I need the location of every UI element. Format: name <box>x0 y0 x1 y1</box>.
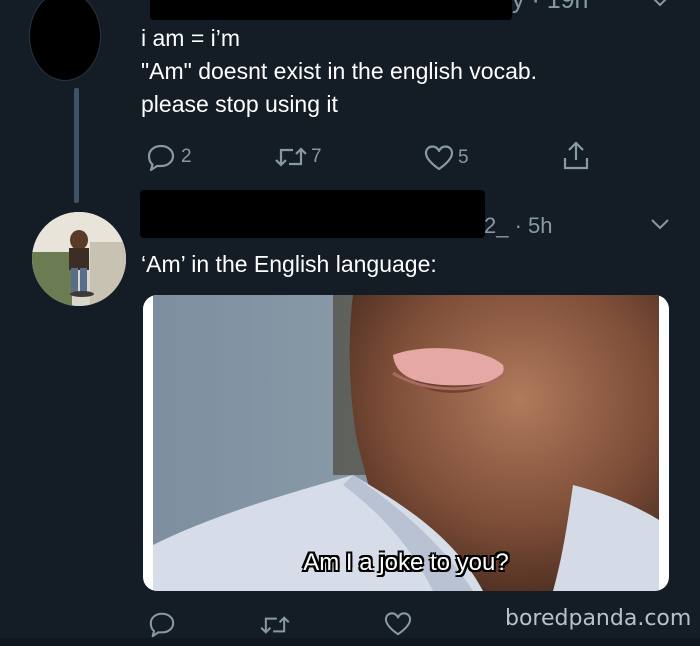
like-count: 5 <box>458 147 469 168</box>
tweet-line: i am = i’m <box>141 25 241 51</box>
reply-button[interactable]: 2 <box>146 143 192 171</box>
retweet-button[interactable] <box>258 614 292 636</box>
tweet-text: i am = i’m "Am" doesnt exist in the engl… <box>141 22 681 121</box>
tweet-line: "Am" doesnt exist in the english vocab. <box>141 58 538 84</box>
redacted-username <box>140 190 485 238</box>
share-button[interactable] <box>561 140 591 172</box>
avatar-photo <box>32 212 126 306</box>
retweet-icon <box>260 616 290 634</box>
like-button[interactable]: 5 <box>424 144 469 172</box>
tweet-line: please stop using it <box>141 91 338 117</box>
retweet-count: 7 <box>311 146 322 167</box>
watermark: boredpanda.com <box>505 606 692 631</box>
redacted-username <box>150 0 512 20</box>
bottom-edge <box>0 638 700 646</box>
like-icon <box>384 612 412 636</box>
share-icon <box>563 141 589 170</box>
chevron-down-icon[interactable] <box>650 217 670 236</box>
meme-caption: Am I a joke to you? <box>303 549 509 576</box>
reply-icon <box>147 144 175 171</box>
like-button[interactable] <box>384 611 412 637</box>
tweet-timestamp: 2_ · 5h <box>484 213 553 238</box>
thread-connector-line <box>74 88 79 203</box>
tweet-media-image[interactable]: Am I a joke to you? <box>143 295 669 591</box>
avatar[interactable] <box>32 212 126 306</box>
reply-button[interactable] <box>148 610 176 638</box>
retweet-icon <box>275 147 307 167</box>
chevron-down-icon[interactable] <box>650 0 670 13</box>
avatar[interactable] <box>30 0 100 80</box>
reply-count: 2 <box>181 146 192 167</box>
meme-photo <box>153 295 659 591</box>
like-icon <box>424 145 454 171</box>
tweet-text: ‘Am’ in the English language: <box>141 251 437 277</box>
tweet-timestamp: y · 19h <box>512 0 589 14</box>
reply-icon <box>149 612 175 638</box>
retweet-button[interactable]: 7 <box>273 145 322 169</box>
